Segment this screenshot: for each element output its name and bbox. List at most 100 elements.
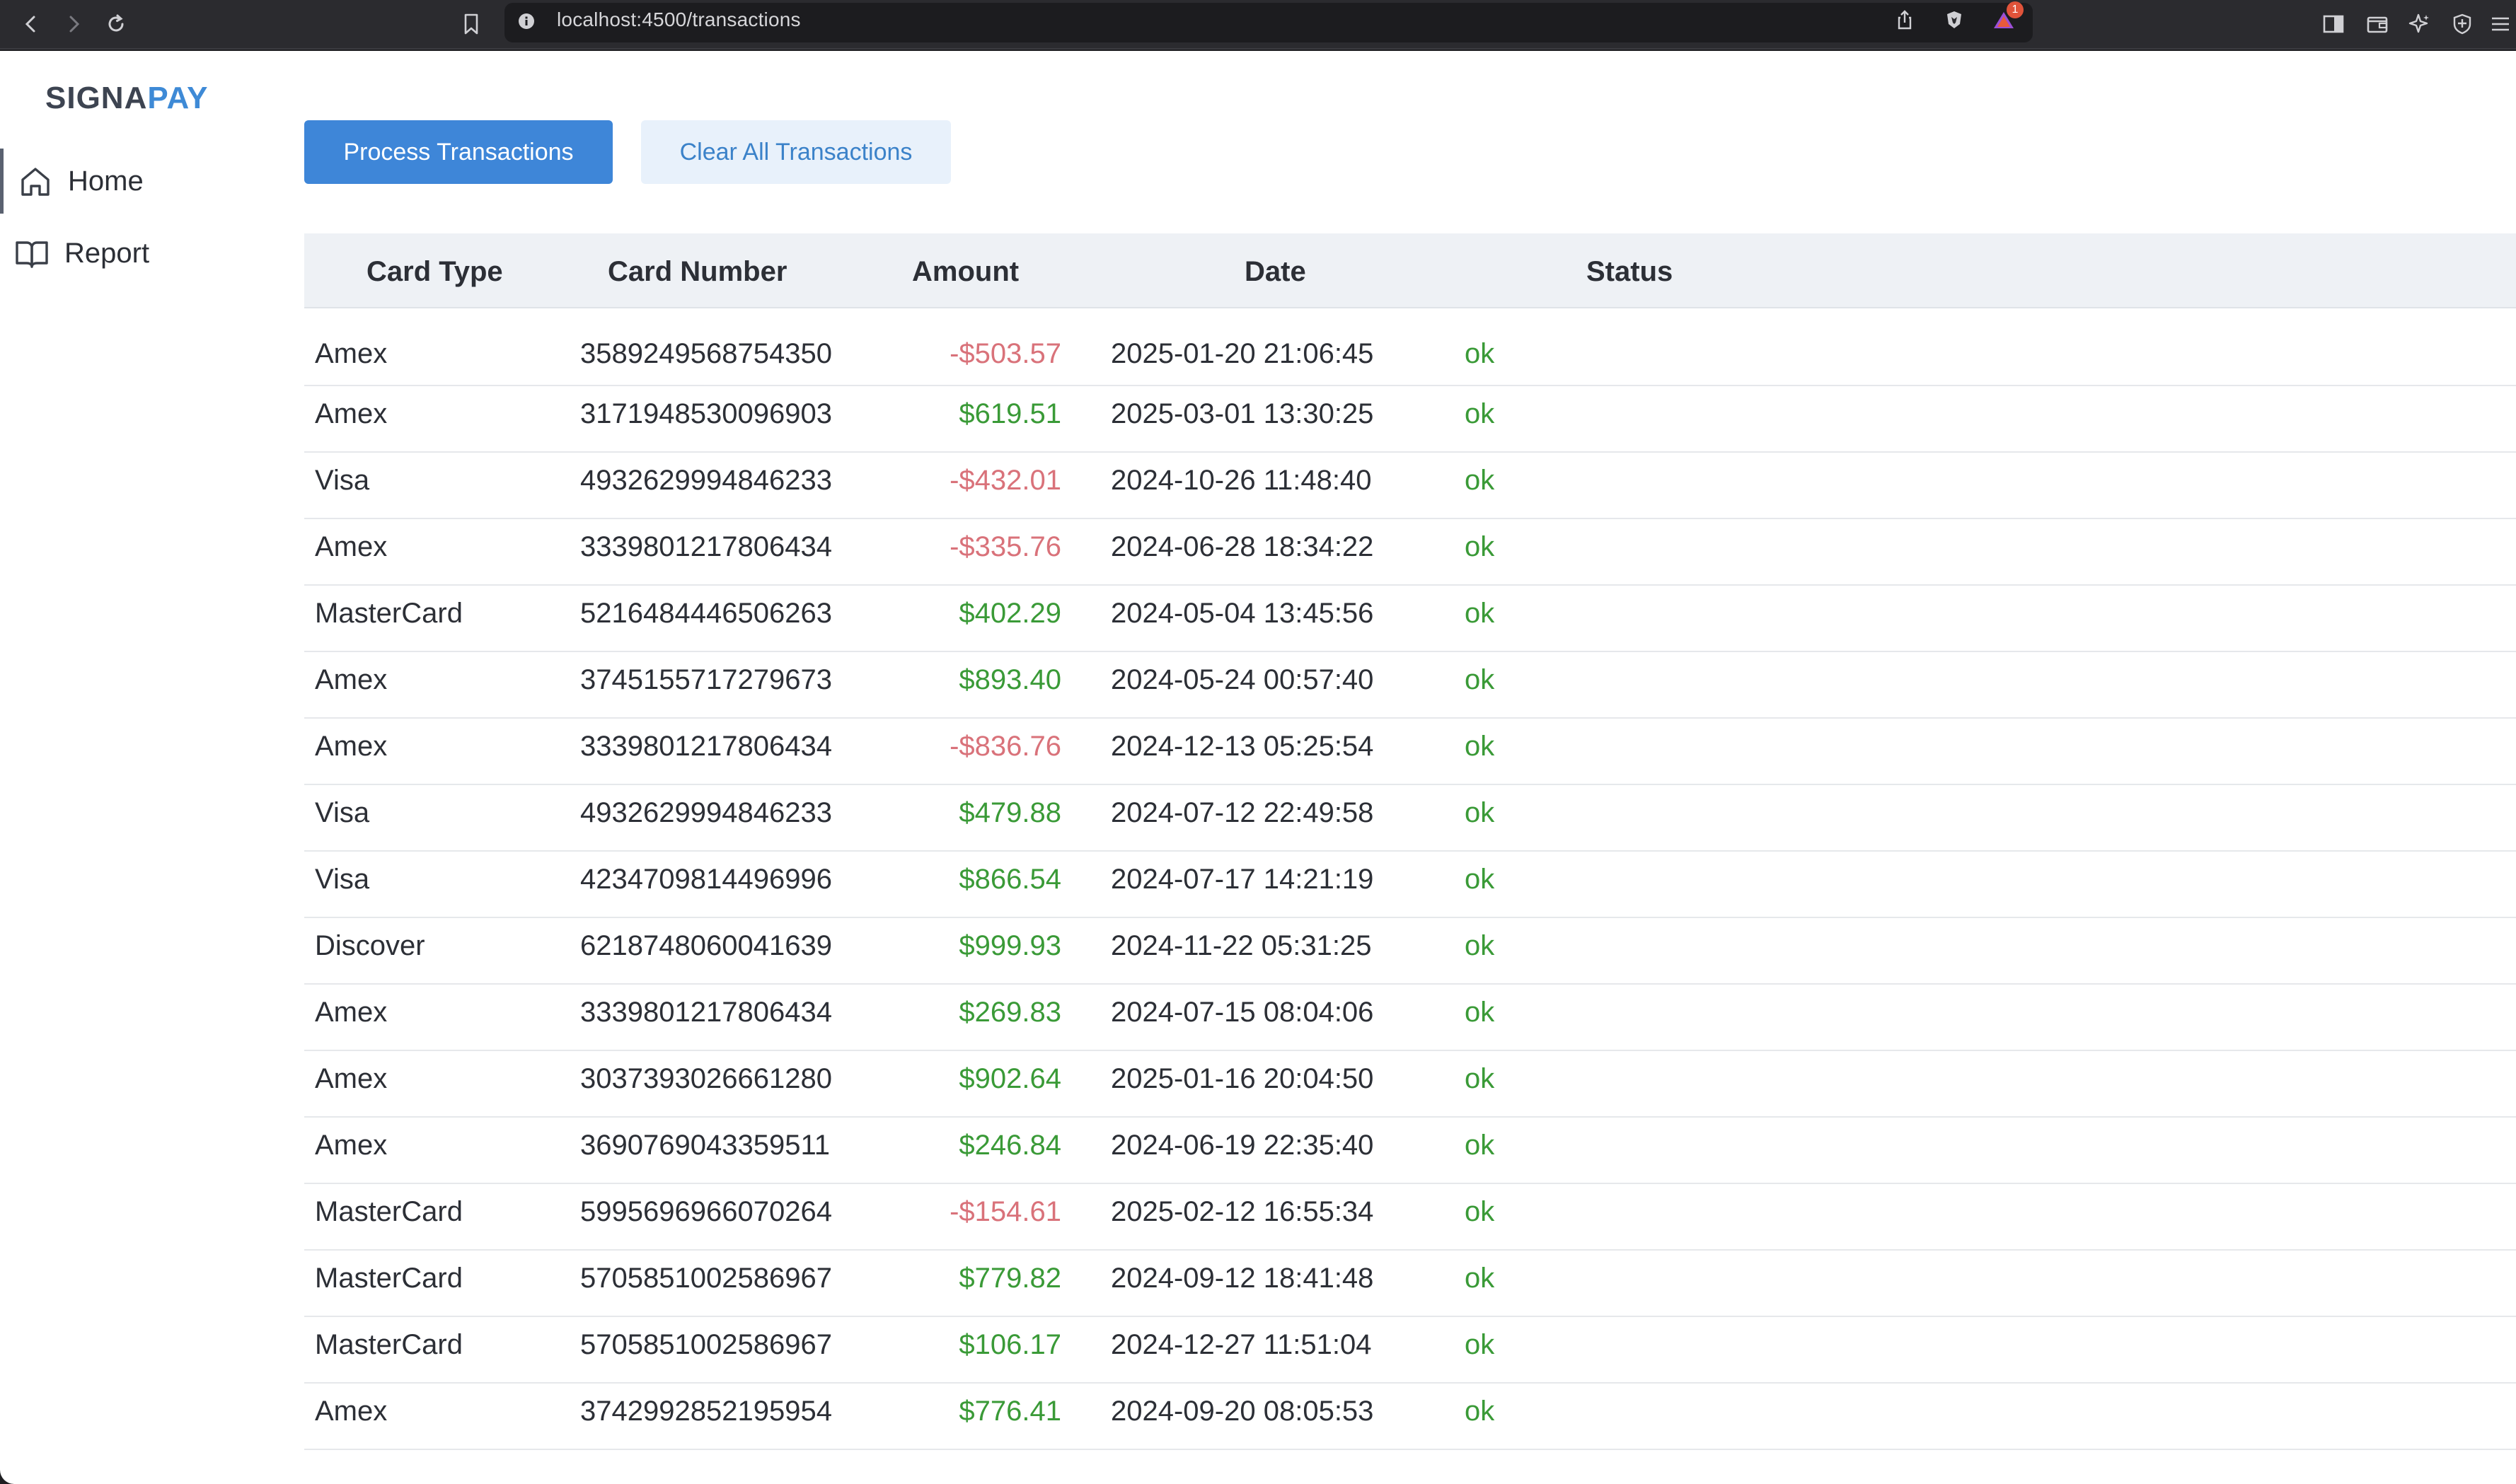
share-icon[interactable] xyxy=(1886,1,1923,38)
table-row[interactable]: Amex 3339801217806434 $269.83 2024-07-15 08… xyxy=(304,985,2516,1051)
cell-amount: $902.64 xyxy=(959,1063,1061,1094)
cell-date: 2024-06-19 22:35:40 xyxy=(1111,1130,1374,1161)
cell-date: 2024-05-04 13:45:56 xyxy=(1111,598,1374,629)
cell-amount: $999.93 xyxy=(959,930,1061,961)
notification-badge: 1 xyxy=(2007,1,2024,18)
cell-amount: $776.41 xyxy=(959,1396,1061,1427)
cell-status: ok xyxy=(1465,797,1495,828)
cell-card-number: 3690769043359511 xyxy=(580,1130,830,1161)
cell-card-type: Amex xyxy=(315,1063,388,1094)
cell-date: 2024-07-12 22:49:58 xyxy=(1111,797,1374,828)
reload-icon[interactable] xyxy=(98,6,134,42)
table-row[interactable]: Visa 4932629994846233 $479.88 2024-07-12 22… xyxy=(304,785,2516,852)
cell-card-number: 5705851002586967 xyxy=(580,1329,832,1360)
home-icon xyxy=(18,164,53,199)
book-icon xyxy=(14,236,50,272)
cell-card-type: Amex xyxy=(315,338,388,369)
cell-status: ok xyxy=(1465,598,1495,629)
column-header-card-type[interactable]: Card Type xyxy=(367,233,503,308)
process-transactions-button[interactable]: Process Transactions xyxy=(304,120,613,184)
cell-card-number: 3171948530096903 xyxy=(580,398,832,429)
vpn-icon[interactable] xyxy=(2444,6,2481,42)
column-header-date[interactable]: Date xyxy=(1245,233,1306,308)
browser-toolbar: localhost:4500/transactions 1 xyxy=(0,0,2516,50)
table-body: Amex 3589249568754350 -$503.57 2025-01-20 2… xyxy=(304,308,2516,1450)
cell-status: ok xyxy=(1465,1063,1495,1094)
table-row[interactable]: Amex 3745155717279673 $893.40 2024-05-24 00… xyxy=(304,652,2516,719)
cell-amount: -$154.61 xyxy=(950,1196,1061,1227)
table-row[interactable]: Amex 3690769043359511 $246.84 2024-06-19 22… xyxy=(304,1118,2516,1184)
table-row[interactable]: Visa 4932629994846233 -$432.01 2024-10-26 1… xyxy=(304,453,2516,519)
logo-text-dark: SIGNA xyxy=(45,81,148,115)
cell-status: ok xyxy=(1465,1329,1495,1360)
clear-all-transactions-button[interactable]: Clear All Transactions xyxy=(641,120,951,184)
cell-card-number: 3339801217806434 xyxy=(580,731,832,762)
cell-card-number: 3339801217806434 xyxy=(580,997,832,1028)
cell-date: 2025-02-12 16:55:34 xyxy=(1111,1196,1374,1227)
cell-date: 2024-09-20 08:05:53 xyxy=(1111,1396,1374,1427)
cell-card-type: Amex xyxy=(315,1130,388,1161)
table-row[interactable]: MasterCard 5995696966070264 -$154.61 2025-0… xyxy=(304,1184,2516,1251)
cell-card-number: 6218748060041639 xyxy=(580,930,832,961)
cell-date: 2024-09-12 18:41:48 xyxy=(1111,1263,1374,1294)
table-row[interactable]: Amex 3339801217806434 -$335.76 2024-06-28 1… xyxy=(304,519,2516,586)
cell-status: ok xyxy=(1465,1130,1495,1161)
cell-status: ok xyxy=(1465,997,1495,1028)
cell-status: ok xyxy=(1465,338,1495,369)
cell-date: 2024-07-17 14:21:19 xyxy=(1111,864,1374,895)
cell-date: 2025-01-20 21:06:45 xyxy=(1111,338,1374,369)
cell-date: 2024-07-15 08:04:06 xyxy=(1111,997,1374,1028)
wallet-icon[interactable] xyxy=(2359,6,2396,42)
url-text[interactable]: localhost:4500/transactions xyxy=(557,8,801,31)
cell-card-type: Visa xyxy=(315,465,370,496)
sidebar-item-label: Report xyxy=(64,237,150,269)
cell-card-type: Amex xyxy=(315,664,388,695)
cell-status: ok xyxy=(1465,465,1495,496)
cell-status: ok xyxy=(1465,1196,1495,1227)
cell-amount: $269.83 xyxy=(959,997,1061,1028)
column-header-status[interactable]: Status xyxy=(1586,233,1673,308)
cell-date: 2024-12-27 11:51:04 xyxy=(1111,1329,1372,1360)
brave-shield-icon[interactable] xyxy=(1936,1,1973,38)
back-icon[interactable] xyxy=(13,6,50,42)
cell-card-number: 3037393026661280 xyxy=(580,1063,832,1094)
cell-amount: -$335.76 xyxy=(950,531,1061,562)
table-row[interactable]: Amex 3171948530096903 $619.51 2025-03-01 13… xyxy=(304,386,2516,453)
bookmark-icon[interactable] xyxy=(453,6,490,42)
table-row[interactable]: Amex 3339801217806434 -$836.76 2024-12-13 0… xyxy=(304,719,2516,785)
cell-amount: $779.82 xyxy=(959,1263,1061,1294)
cell-date: 2024-12-13 05:25:54 xyxy=(1111,731,1374,762)
cell-card-number: 5216484446506263 xyxy=(580,598,832,629)
table-row[interactable]: MasterCard 5216484446506263 $402.29 2024-05… xyxy=(304,586,2516,652)
site-info-icon[interactable] xyxy=(508,3,545,40)
column-header-card-number[interactable]: Card Number xyxy=(608,233,787,308)
cell-amount: $866.54 xyxy=(959,864,1061,895)
cell-card-type: Visa xyxy=(315,864,370,895)
table-row[interactable]: MasterCard 5705851002586967 $779.82 2024-09… xyxy=(304,1251,2516,1317)
cell-status: ok xyxy=(1465,864,1495,895)
table-row[interactable]: Discover 6218748060041639 $999.93 2024-11-2… xyxy=(304,918,2516,985)
column-header-amount[interactable]: Amount xyxy=(912,233,1019,308)
table-row[interactable]: Amex 3589249568754350 -$503.57 2025-01-20 2… xyxy=(304,308,2516,386)
cell-date: 2024-11-22 05:31:25 xyxy=(1111,930,1372,961)
cell-card-number: 3742992852195954 xyxy=(580,1396,832,1427)
forward-icon[interactable] xyxy=(55,6,92,42)
sidebar-item-home[interactable]: Home xyxy=(0,149,276,214)
cell-card-type: MasterCard xyxy=(315,1329,463,1360)
cell-card-type: Amex xyxy=(315,398,388,429)
cell-amount: $402.29 xyxy=(959,598,1061,629)
menu-icon[interactable] xyxy=(2482,6,2516,42)
sidebar-toggle-icon[interactable] xyxy=(2315,6,2352,42)
transactions-table: Card Type Card Number Amount Date Status… xyxy=(304,233,2516,1450)
sidebar-item-report[interactable]: Report xyxy=(0,221,276,286)
signapay-logo[interactable]: SIGNAPAY xyxy=(45,81,209,116)
table-row[interactable]: Visa 4234709814496996 $866.54 2024-07-17 14… xyxy=(304,852,2516,918)
cell-date: 2024-06-28 18:34:22 xyxy=(1111,531,1374,562)
table-row[interactable]: Amex 3037393026661280 $902.64 2025-01-16 20… xyxy=(304,1051,2516,1118)
table-row[interactable]: Amex 3742992852195954 $776.41 2024-09-20 08… xyxy=(304,1384,2516,1450)
leo-ai-icon[interactable] xyxy=(2401,6,2438,42)
table-row[interactable]: MasterCard 5705851002586967 $106.17 2024-12… xyxy=(304,1317,2516,1384)
cell-date: 2024-10-26 11:48:40 xyxy=(1111,465,1372,496)
cell-card-number: 3745155717279673 xyxy=(580,664,832,695)
cell-amount: $479.88 xyxy=(959,797,1061,828)
